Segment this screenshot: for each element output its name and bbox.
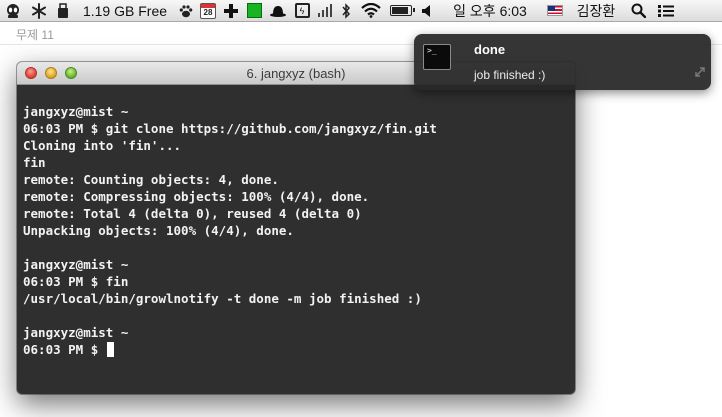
alien-icon[interactable] xyxy=(0,0,26,22)
green-square-icon[interactable] xyxy=(242,0,266,22)
plus-cross-icon[interactable] xyxy=(220,0,242,22)
speaker-volume-icon[interactable] xyxy=(416,0,438,22)
terminal-line: /usr/local/bin/growlnotify -t done -m jo… xyxy=(23,291,422,306)
terminal-window[interactable]: 6. jangxyz (bash) jangxyz@mist ~ 06:03 P… xyxy=(17,62,575,394)
memory-free-status[interactable]: 1.19 GB Free xyxy=(74,0,176,22)
terminal-cursor xyxy=(106,342,114,357)
menu-bar: 1.19 GB Free 28 ϟ 일 오후 6:03 김장환 xyxy=(0,0,722,22)
volume-scale-icon[interactable] xyxy=(314,0,336,22)
document-title[interactable]: 무제 11 xyxy=(16,26,54,43)
notification-title: done xyxy=(474,42,506,57)
usb-drive-icon[interactable] xyxy=(52,0,74,22)
paw-print-icon[interactable] xyxy=(176,0,196,22)
battery-icon[interactable] xyxy=(386,0,416,22)
terminal-line: jangxyz@mist ~ xyxy=(23,325,129,340)
expand-arrows-icon[interactable] xyxy=(694,65,706,83)
bluetooth-icon[interactable] xyxy=(336,0,356,22)
lightning-box-icon[interactable]: ϟ xyxy=(290,0,314,22)
terminal-line: Cloning into 'fin'... xyxy=(23,138,182,153)
terminal-line: fin xyxy=(23,155,46,170)
terminal-line: 06:03 PM $ git clone https://github.com/… xyxy=(23,121,437,136)
wifi-icon[interactable] xyxy=(356,0,386,22)
menu-clock[interactable]: 일 오후 6:03 xyxy=(438,0,542,22)
terminal-prompt: 06:03 PM $ xyxy=(23,342,106,357)
us-flag-icon[interactable] xyxy=(542,0,568,22)
calendar-icon[interactable]: 28 xyxy=(196,0,220,22)
terminal-line: remote: Counting objects: 4, done. xyxy=(23,172,279,187)
snowflake-icon[interactable] xyxy=(26,0,52,22)
terminal-icon-glyph: >_ xyxy=(427,46,437,55)
terminal-line: jangxyz@mist ~ xyxy=(23,104,129,119)
terminal-app-icon: >_ xyxy=(423,44,451,70)
notification-list-icon[interactable] xyxy=(652,0,680,22)
terminal-line: remote: Compressing objects: 100% (4/4),… xyxy=(23,189,370,204)
terminal-line: remote: Total 4 (delta 0), reused 4 (del… xyxy=(23,206,362,221)
growl-notification[interactable]: >_ done job finished :) xyxy=(414,34,711,90)
notification-message: job finished :) xyxy=(474,68,546,82)
calendar-day: 28 xyxy=(203,7,213,17)
terminal-prompt-line[interactable]: 06:03 PM $ xyxy=(23,341,569,358)
terminal-line: jangxyz@mist ~ xyxy=(23,257,129,272)
terminal-output[interactable]: jangxyz@mist ~ 06:03 PM $ git clone http… xyxy=(23,103,569,390)
user-name[interactable]: 김장환 xyxy=(568,0,624,22)
terminal-line: 06:03 PM $ fin xyxy=(23,274,129,289)
terminal-line: Unpacking objects: 100% (4/4), done. xyxy=(23,223,294,238)
spotlight-search-icon[interactable] xyxy=(624,0,652,22)
hat-icon[interactable] xyxy=(266,0,290,22)
